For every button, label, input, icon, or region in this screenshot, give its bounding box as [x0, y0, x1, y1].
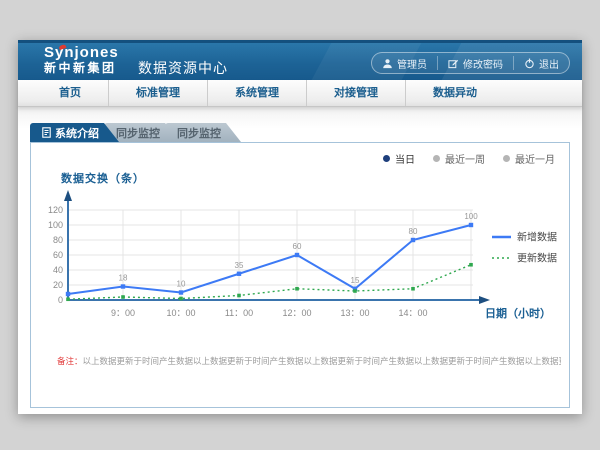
point-label: 100	[464, 212, 478, 221]
data-point	[179, 290, 183, 294]
document-icon	[42, 127, 51, 138]
radio-icon	[433, 155, 440, 162]
y-axis-title: 数据交换（条）	[61, 170, 145, 186]
filter-radio-0[interactable]: 当日	[383, 151, 415, 166]
y-axis-arrow	[64, 190, 72, 201]
filter-label: 最近一月	[515, 151, 555, 166]
tab-label: 系统介绍	[55, 125, 99, 141]
filter-label: 当日	[395, 151, 415, 166]
y-tick-label: 120	[48, 205, 63, 215]
logo-name: Synjones	[44, 45, 119, 62]
x-tick-label: 11：00	[225, 308, 253, 318]
logo-company: 新中新集团	[44, 62, 119, 75]
userbar-item-1[interactable]: 修改密码	[437, 56, 513, 70]
filter-radio-2[interactable]: 最近一月	[503, 151, 555, 166]
user-icon	[382, 58, 393, 69]
x-tick-label: 10：00	[166, 308, 195, 318]
userbar-item-label: 修改密码	[463, 56, 503, 71]
x-tick-label: 12：00	[282, 308, 311, 318]
point-label: 15	[351, 276, 360, 285]
nav-item-3[interactable]: 对接管理	[306, 80, 405, 106]
filter-radio-1[interactable]: 最近一周	[433, 151, 485, 166]
data-point	[121, 284, 125, 288]
y-tick-label: 80	[53, 235, 63, 245]
point-label: 60	[293, 242, 302, 251]
data-point	[353, 289, 357, 293]
data-point	[66, 297, 70, 301]
data-point	[237, 272, 241, 276]
userbar-item-label: 退出	[539, 56, 559, 71]
userbar-item-label: 管理员	[397, 56, 427, 71]
point-label: 10	[177, 280, 186, 289]
userbar-item-2[interactable]: 退出	[513, 56, 569, 70]
chart-panel: 当日 最近一周 最近一月 数据交换（条） 0 20 40 60 80 100 120 9：00 10…	[30, 142, 570, 408]
y-tick-label: 0	[58, 295, 63, 305]
x-tick-label: 13：00	[340, 308, 369, 318]
radio-icon	[503, 155, 510, 162]
point-label: 18	[119, 274, 128, 283]
tabs: 系统介绍 同步监控 同步监控	[30, 123, 241, 142]
y-tick-label: 40	[53, 265, 63, 275]
radio-selected-icon	[383, 155, 390, 162]
x-tick-label: 14：00	[398, 308, 427, 318]
page-card: Synjones 新中新集团 数据资源中心 管理员修改密码退出 首页标准管理系统…	[18, 40, 582, 414]
footnote: 备注：以上数据更新于时间产生数据以上数据更新于时间产生数据以上数据更新于时间产生…	[57, 355, 561, 367]
data-point	[237, 294, 241, 298]
line-chart: 0 20 40 60 80 100 120 9：00 10：00 11：00 12：00 13：00 1…	[41, 187, 561, 329]
point-label: 35	[235, 261, 244, 270]
legend-label-0: 新增数据	[517, 231, 557, 244]
time-range-filters: 当日 最近一周 最近一月	[383, 151, 555, 166]
tab-label: 同步监控	[177, 125, 221, 141]
point-label: 80	[409, 227, 418, 236]
x-axis-arrow	[479, 296, 490, 304]
footnote-text: 以上数据更新于时间产生数据以上数据更新于时间产生数据以上数据更新于时间产生数据以…	[83, 356, 561, 366]
power-icon	[524, 58, 535, 69]
data-point	[411, 287, 415, 291]
data-point	[179, 297, 183, 301]
userbar-item-0[interactable]: 管理员	[372, 56, 437, 70]
content-area: 系统介绍 同步监控 同步监控 当日 最近一周 最近一月 数据交换（条） 0 20 40 60 8…	[18, 107, 582, 414]
company-logo: Synjones 新中新集团	[44, 45, 119, 75]
nav-item-1[interactable]: 标准管理	[108, 80, 207, 106]
x-tick-label: 9：00	[111, 308, 135, 318]
data-point	[121, 295, 125, 299]
user-toolbar: 管理员 修改密码 退出	[371, 52, 570, 74]
tab-label: 同步监控	[116, 125, 160, 141]
y-tick-label: 100	[48, 220, 63, 230]
x-axis-title: 日期（小时）	[485, 306, 551, 320]
data-point	[469, 263, 473, 267]
nav-item-4[interactable]: 数据异动	[405, 80, 504, 106]
edit-icon	[448, 58, 459, 69]
footnote-prefix: 备注：	[57, 356, 83, 366]
filter-label: 最近一周	[445, 151, 485, 166]
y-tick-label: 60	[53, 250, 63, 260]
nav-item-2[interactable]: 系统管理	[207, 80, 306, 106]
y-tick-label: 20	[53, 280, 63, 290]
data-point	[295, 287, 299, 291]
app-header: Synjones 新中新集团 数据资源中心 管理员 修改密码 退出	[18, 40, 582, 80]
main-nav: 首页标准管理系统管理对接管理数据异动	[18, 80, 582, 107]
data-point	[411, 238, 415, 242]
data-point	[66, 292, 70, 296]
data-point	[295, 253, 299, 257]
tab-0[interactable]: 系统介绍	[30, 123, 119, 142]
page-title: 数据资源中心	[138, 58, 228, 78]
nav-item-0[interactable]: 首页	[32, 80, 108, 106]
data-point	[469, 223, 473, 227]
legend-label-1: 更新数据	[517, 252, 557, 265]
